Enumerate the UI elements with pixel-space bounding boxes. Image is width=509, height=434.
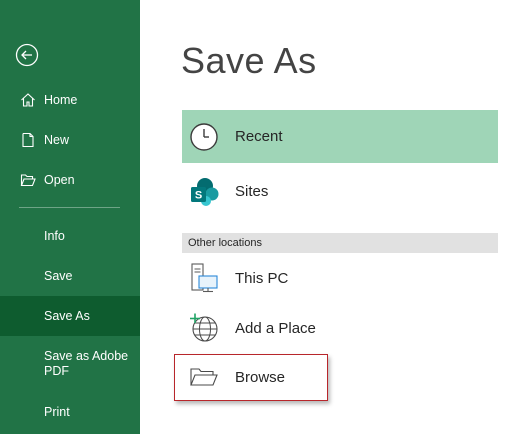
location-label: This PC: [235, 269, 289, 287]
sidebar-item-open[interactable]: Open: [0, 160, 140, 200]
sidebar-item-label: Home: [44, 92, 78, 107]
sidebar-item-save-as[interactable]: Save As: [0, 296, 140, 336]
sidebar-divider: [19, 207, 120, 208]
backstage-sidebar: Home New Open Info Save Save As Save as …: [0, 0, 140, 434]
sidebar-item-home[interactable]: Home: [0, 80, 140, 120]
location-recent[interactable]: Recent: [182, 110, 498, 163]
home-icon: [19, 91, 37, 109]
sidebar-item-save[interactable]: Save: [0, 256, 140, 296]
new-document-icon: [19, 131, 37, 149]
location-browse[interactable]: Browse: [182, 353, 498, 401]
sharepoint-icon: S: [188, 176, 220, 208]
sidebar-item-label: Info: [44, 228, 65, 243]
location-this-pc[interactable]: This PC: [182, 253, 498, 303]
computer-icon: [188, 262, 220, 294]
location-label: Sites: [235, 183, 269, 200]
location-sites[interactable]: S Sites: [182, 165, 498, 218]
location-label: Recent: [235, 128, 283, 145]
sidebar-item-label: Save As: [44, 308, 90, 323]
globe-add-icon: [188, 312, 220, 344]
page-title: Save As: [181, 40, 317, 81]
location-label: Add a Place: [235, 319, 316, 337]
sidebar-item-print[interactable]: Print: [0, 392, 140, 432]
location-add-a-place[interactable]: Add a Place: [182, 303, 498, 353]
back-arrow-icon[interactable]: [15, 43, 39, 67]
sidebar-item-new[interactable]: New: [0, 120, 140, 160]
location-label: Browse: [235, 368, 286, 386]
clock-icon: [188, 121, 220, 153]
sidebar-item-label: Save: [44, 268, 73, 283]
sidebar-item-label: Open: [44, 172, 75, 187]
svg-text:S: S: [195, 189, 202, 201]
other-locations-header: Other locations: [182, 233, 498, 253]
excel-backstage: Home New Open Info Save Save As Save as …: [0, 0, 509, 434]
save-as-panel: Save As Recent S Sites Other locations T…: [140, 0, 509, 434]
sidebar-item-label: Save as Adobe PDF: [44, 349, 129, 378]
sidebar-item-label: New: [44, 132, 70, 147]
open-folder-icon: [19, 171, 37, 189]
folder-icon: [188, 361, 220, 393]
sidebar-item-info[interactable]: Info: [0, 216, 140, 256]
sidebar-item-label: Print: [44, 404, 70, 419]
sidebar-item-save-as-adobe-pdf[interactable]: Save as Adobe PDF: [0, 341, 140, 387]
